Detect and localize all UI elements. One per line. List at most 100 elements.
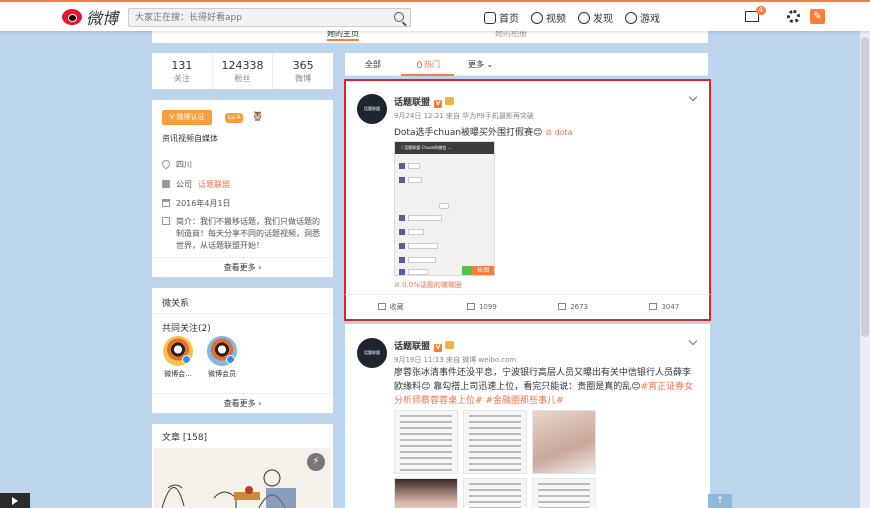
friend-item[interactable]: 微博会员 <box>202 336 242 379</box>
desc-text: 简介：我们不搬移话题，我们只做话题的制造商！每天分享不同的话题视频，洞悉世界，从… <box>176 217 320 250</box>
relations-card: 微关系 共同关注(2) 微博会... 微博会员 查看更多 › <box>152 288 333 413</box>
page-scrollbar[interactable] <box>860 31 870 508</box>
mail-icon[interactable]: 4 <box>745 6 766 22</box>
articles-title[interactable]: 文章 [158] <box>162 430 207 443</box>
main-nav: 首页 视频 发现 游戏 <box>484 10 660 25</box>
compose-icon[interactable]: ✎ <box>810 9 825 24</box>
post-source-link[interactable]: ⊘ 0.0%话题的微微圈 <box>394 280 462 290</box>
post-author[interactable]: 话题联盟 V <box>394 339 455 352</box>
stat-following-num: 131 <box>171 59 193 72</box>
like-button[interactable]: 3047 <box>619 295 710 320</box>
post-image-thumb[interactable] <box>394 478 458 508</box>
relations-title: 微关系 <box>162 299 190 309</box>
stat-fans[interactable]: 124338 粉丝 <box>213 53 274 89</box>
chat-bubble <box>399 214 442 222</box>
location-line: 四川 <box>160 158 327 170</box>
search-icon[interactable] <box>394 12 404 22</box>
nav-home-label: 首页 <box>499 14 519 25</box>
nav-games-label: 游戏 <box>640 14 660 25</box>
divider <box>152 313 333 314</box>
feed-filter-bar: 全部 热门 更多 ⌄ <box>345 53 708 76</box>
verified-check-icon <box>182 355 191 364</box>
mail-badge: 4 <box>755 6 766 15</box>
friend-avatar <box>207 336 237 366</box>
post-topic-tag[interactable]: ⊘ dota <box>545 128 572 137</box>
green-bubble <box>462 266 472 275</box>
chevron-down-icon[interactable] <box>688 336 698 346</box>
level-badge[interactable]: Lv.4 <box>225 113 244 123</box>
briefcase-icon <box>162 180 170 188</box>
favorite-label: 收藏 <box>389 303 404 311</box>
play-icon[interactable] <box>0 493 30 508</box>
verify-button[interactable]: V 微博认证 <box>162 110 212 125</box>
stat-posts-label: 微博 <box>295 74 312 83</box>
vip-icon <box>445 341 455 349</box>
gear-icon[interactable] <box>787 10 800 23</box>
repost-button[interactable]: 1099 <box>436 295 527 320</box>
stats-card: 131 关注 124338 粉丝 365 微博 <box>152 53 333 89</box>
long-image-tag: 长图 <box>472 266 494 275</box>
friend-item[interactable]: 微博会... <box>158 336 198 379</box>
search-box <box>128 8 411 27</box>
stat-posts[interactable]: 365 微博 <box>273 53 333 89</box>
stat-following[interactable]: 131 关注 <box>152 53 213 89</box>
desc-line: 简介：我们不搬移话题，我们只做话题的制造商！每天分享不同的话题视频，洞悉世界，从… <box>162 216 327 252</box>
post-image-thumb[interactable] <box>394 410 458 474</box>
flash-icon[interactable]: ⚡ <box>307 453 325 471</box>
flame-icon <box>417 61 422 68</box>
verified-v-icon: V <box>434 100 443 108</box>
post-meta[interactable]: 9月19日 11:13 来自 微博 weibo.com <box>394 355 516 365</box>
active-filter-underline <box>401 74 454 76</box>
vip-icon <box>445 97 455 105</box>
nav-home[interactable]: 首页 <box>484 10 519 25</box>
post-image-thumb[interactable] <box>463 410 527 474</box>
feed-post: 话题联盟 话题联盟 V 9月24日 12:21 来自 华为P9手机摄影再突破 Do… <box>344 79 711 321</box>
post-actions: 收藏 1099 2673 3047 <box>345 294 710 320</box>
back-to-top-icon[interactable]: ↑ <box>708 494 732 508</box>
nav-discover[interactable]: 发现 <box>578 10 613 25</box>
nav-video[interactable]: 视频 <box>531 10 566 25</box>
post-avatar[interactable]: 话题联盟 <box>357 338 387 368</box>
post-author-name: 话题联盟 <box>394 342 431 352</box>
weibo-logo[interactable]: 微博 <box>62 6 118 28</box>
medal-icon[interactable]: 🦉 <box>252 112 263 122</box>
filter-hot-label: 热门 <box>424 60 440 69</box>
filter-more[interactable]: 更多 ⌄ <box>468 59 493 70</box>
post-meta[interactable]: 9月24日 12:21 来自 华为P9手机摄影再突破 <box>394 111 534 121</box>
article-cover-image[interactable]: ⚡ <box>154 448 331 508</box>
chevron-down-icon[interactable] <box>688 92 698 102</box>
company-link[interactable]: 话题联盟 <box>198 179 230 190</box>
logo-text: 微博 <box>86 9 119 28</box>
location-pin-icon <box>160 158 172 170</box>
home-icon <box>484 11 496 24</box>
birthday-line: 2016年4月1日 <box>162 198 327 209</box>
post-image-thumb[interactable] <box>463 478 527 508</box>
friend-name: 微博会... <box>164 370 192 378</box>
comment-button[interactable]: 2673 <box>528 295 619 320</box>
filter-all[interactable]: 全部 <box>365 59 381 70</box>
chat-bubble <box>399 256 436 264</box>
profile-tab-strip: 她的主页 她的相册 <box>152 29 708 43</box>
search-input[interactable] <box>129 9 384 27</box>
filter-hot[interactable]: 热门 <box>417 59 440 70</box>
nav-games[interactable]: 游戏 <box>625 10 660 25</box>
stat-following-label: 关注 <box>173 74 190 83</box>
repost-icon <box>466 303 475 310</box>
common-follow-title: 共同关注(2) <box>162 324 211 334</box>
chat-bubble <box>399 268 428 275</box>
relations-more-link[interactable]: 查看更多 › <box>152 393 333 413</box>
scrollbar-thumb[interactable] <box>861 37 869 337</box>
chat-screenshot-title: 〈 话题联盟 Chuan的微信 ... <box>395 142 494 154</box>
post-image[interactable]: 〈 话题联盟 Chuan的微信 ... 长图 <box>394 141 495 276</box>
stat-fans-label: 粉丝 <box>234 74 251 83</box>
company-line: 公司 话题联盟 <box>162 179 327 190</box>
description-icon <box>162 217 170 225</box>
profile-more-link[interactable]: 查看更多 › <box>152 257 333 277</box>
friend-avatar <box>163 336 193 366</box>
post-image-thumb[interactable] <box>532 410 596 474</box>
favorite-button[interactable]: 收藏 <box>345 295 436 320</box>
post-image-thumb[interactable] <box>532 478 596 508</box>
post-author[interactable]: 话题联盟 V <box>394 95 455 108</box>
post-text: Dota选手chuan被曝买外围打假赛😊 ⊘ dota <box>394 126 694 140</box>
post-avatar[interactable]: 话题联盟 <box>357 94 387 124</box>
